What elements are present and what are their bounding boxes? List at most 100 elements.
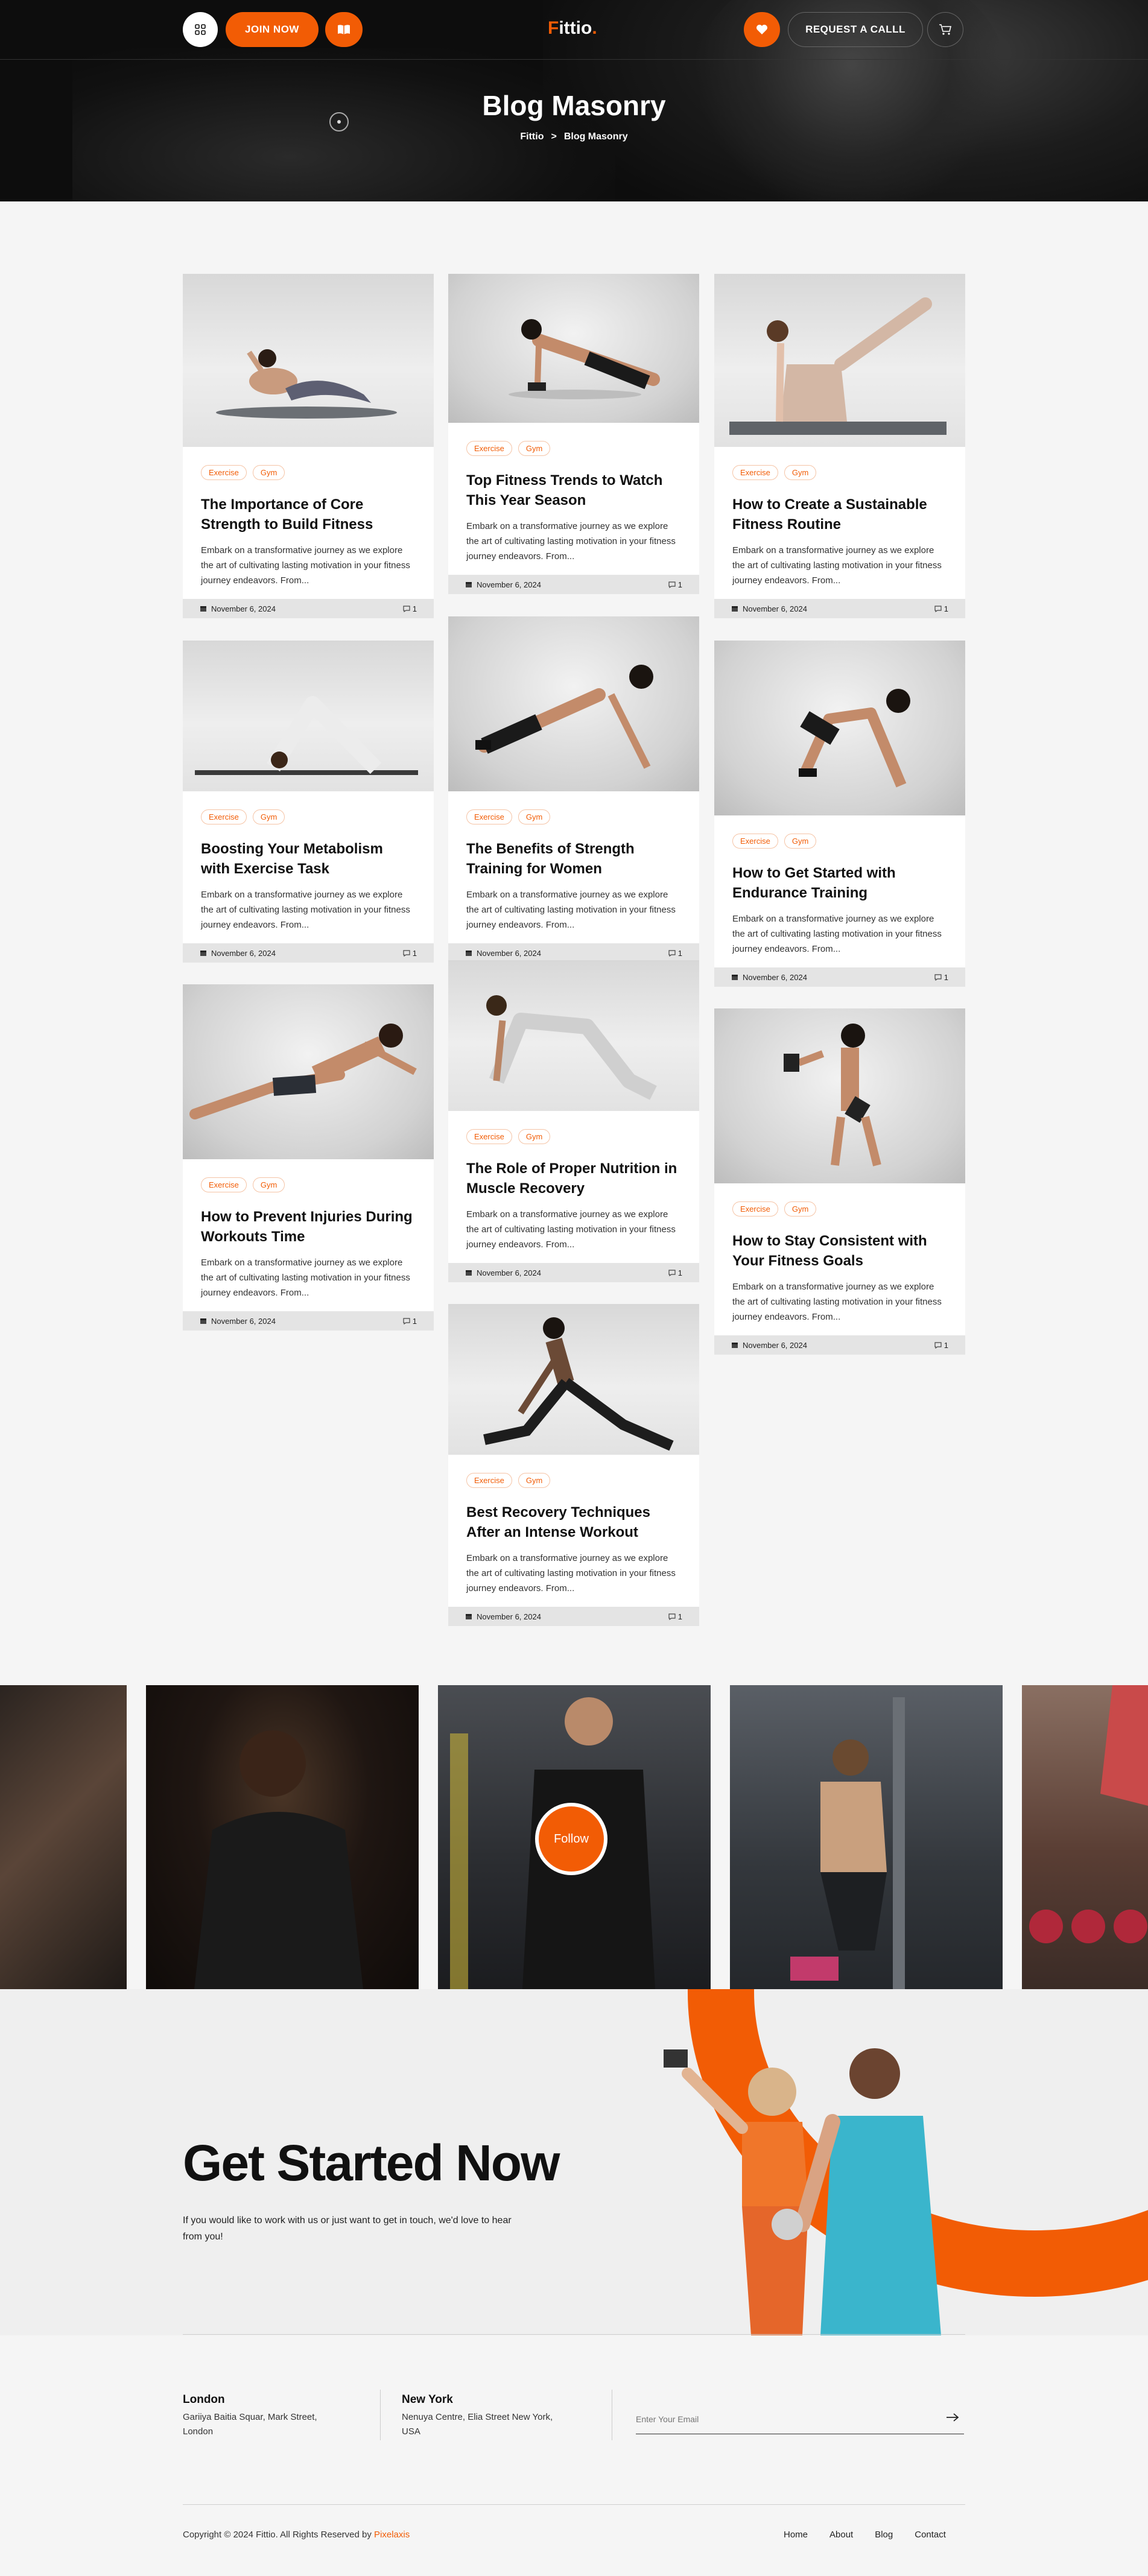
breadcrumb-current: Blog Masonry [563,131,628,142]
comment-count[interactable]: 1 [413,949,417,958]
tag-link[interactable]: Gym [518,809,551,824]
tag-link[interactable]: Gym [252,1177,285,1192]
gallery-image[interactable] [730,1685,1003,1989]
post-title[interactable]: The Role of Proper Nutrition in Muscle R… [466,1159,681,1198]
post-title[interactable]: The Benefits of Strength Training for Wo… [466,839,681,879]
post-thumbnail[interactable] [714,274,965,447]
tag-link[interactable]: Exercise [201,1177,247,1192]
gallery-image[interactable] [146,1685,419,1989]
comment-count[interactable]: 1 [944,1341,948,1350]
post-thumbnail[interactable] [448,274,699,423]
site-logo[interactable]: Fittio. [548,18,597,39]
instagram-gallery: Follow [0,1685,1148,1989]
tag-link[interactable]: Gym [252,465,285,480]
tag-link[interactable]: Gym [518,441,551,456]
tag-link[interactable]: Exercise [732,465,778,480]
comment-count[interactable]: 1 [944,604,948,613]
cart-icon [939,24,952,35]
tag-link[interactable]: Gym [784,1201,817,1217]
blog-card[interactable]: Exercise Gym Best Recovery Techniques Af… [448,1304,699,1626]
cart-button[interactable] [927,12,963,47]
post-title[interactable]: How to Get Started with Endurance Traini… [732,863,947,903]
blog-card[interactable]: Exercise Gym How to Get Started with End… [714,641,965,987]
location-city: London [183,2393,225,2406]
tag-link[interactable]: Gym [784,465,817,480]
blog-card[interactable]: Exercise Gym How to Stay Consistent with… [714,1008,965,1355]
breadcrumb: Fittio > Blog Masonry [0,131,1148,142]
tag-link[interactable]: Exercise [732,834,778,849]
post-thumbnail[interactable] [448,1304,699,1455]
post-title[interactable]: How to Prevent Injuries During Workouts … [201,1207,416,1247]
post-title[interactable]: How to Create a Sustainable Fitness Rout… [732,495,947,534]
email-input[interactable] [636,2407,925,2432]
tag-link[interactable]: Exercise [201,465,247,480]
breadcrumb-home[interactable]: Fittio [520,131,544,142]
post-thumbnail[interactable] [714,641,965,815]
post-thumbnail[interactable] [448,616,699,791]
tag-link[interactable]: Exercise [732,1201,778,1217]
comment-count[interactable]: 1 [678,1268,682,1277]
book-button[interactable] [325,12,363,47]
post-thumbnail[interactable] [183,274,434,447]
copyright-brand-link[interactable]: Pixelaxis [374,2530,410,2540]
post-meta: November 6, 2024 1 [183,599,434,618]
tag-link[interactable]: Exercise [466,1473,512,1488]
menu-button[interactable] [183,12,218,47]
calendar-icon [466,1614,472,1619]
blog-card[interactable]: Exercise Gym Boosting Your Metabolism wi… [183,641,434,963]
footer-nav-blog[interactable]: Blog [875,2530,893,2540]
blog-card[interactable]: Exercise Gym How to Prevent Injuries Dur… [183,984,434,1331]
post-excerpt: Embark on a transformative journey as we… [466,1553,676,1593]
calendar-icon [732,606,738,612]
blog-masonry-grid: Exercise Gym The Importance of Core Stre… [0,201,1148,1685]
section-divider [183,2334,965,2335]
footer-nav-home[interactable]: Home [784,2530,808,2540]
blog-card[interactable]: Exercise Gym The Role of Proper Nutritio… [448,960,699,1282]
post-thumbnail[interactable] [183,984,434,1159]
post-title[interactable]: Boosting Your Metabolism with Exercise T… [201,839,416,879]
footer-nav-about[interactable]: About [829,2530,853,2540]
post-thumbnail[interactable] [714,1008,965,1183]
wishlist-button[interactable] [744,12,780,47]
post-title[interactable]: Best Recovery Techniques After an Intens… [466,1502,681,1542]
gallery-image[interactable] [0,1685,127,1989]
tag-link[interactable]: Exercise [201,809,247,824]
comment-count[interactable]: 1 [678,1612,682,1621]
footer-nav: Home About Blog Contact [784,2530,946,2540]
blog-card[interactable]: Exercise Gym Top Fitness Trends to Watch… [448,274,699,594]
couple-fitness-image [664,2048,941,2335]
post-thumbnail[interactable] [448,960,699,1111]
post-title[interactable]: The Importance of Core Strength to Build… [201,495,416,534]
tag-link[interactable]: Gym [252,809,285,824]
follow-button[interactable]: Follow [535,1803,607,1875]
comment-count[interactable]: 1 [944,973,948,982]
blog-card[interactable]: Exercise Gym The Benefits of Strength Tr… [448,616,699,963]
arrow-right-icon[interactable] [946,2413,959,2422]
request-call-button[interactable]: REQUEST A CALLL [788,12,923,47]
tag-link[interactable]: Gym [784,834,817,849]
comment-count[interactable]: 1 [678,580,682,589]
breadcrumb-separator: > [551,131,557,142]
comment-count[interactable]: 1 [678,949,682,958]
tag-link[interactable]: Gym [518,1473,551,1488]
post-title[interactable]: Top Fitness Trends to Watch This Year Se… [466,470,681,510]
post-excerpt: Embark on a transformative journey as we… [466,521,676,562]
post-meta: November 6, 2024 1 [448,1263,699,1282]
gallery-image[interactable] [1022,1685,1148,1989]
tag-link[interactable]: Exercise [466,441,512,456]
tag-link[interactable]: Gym [518,1129,551,1144]
footer-rule [183,2504,965,2505]
footer-nav-contact[interactable]: Contact [915,2530,946,2540]
tag-link[interactable]: Exercise [466,809,512,824]
post-title[interactable]: How to Stay Consistent with Your Fitness… [732,1231,947,1271]
comment-count[interactable]: 1 [413,604,417,613]
calendar-icon [732,975,738,980]
post-thumbnail[interactable] [183,641,434,791]
blog-card[interactable]: Exercise Gym The Importance of Core Stre… [183,274,434,618]
blog-card[interactable]: Exercise Gym How to Create a Sustainable… [714,274,965,618]
comment-icon [668,1613,676,1620]
tag-link[interactable]: Exercise [466,1129,512,1144]
location-address: Nenuya Centre, Elia Street New York, USA [402,2412,553,2437]
comment-count[interactable]: 1 [413,1317,417,1326]
join-now-button[interactable]: JOIN NOW [226,12,319,47]
